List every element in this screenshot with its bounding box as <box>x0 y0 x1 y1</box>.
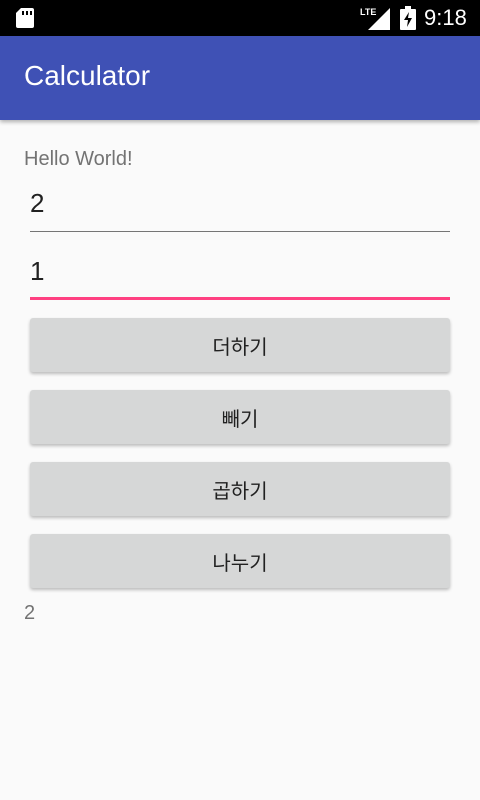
first-number-value: 2 <box>30 188 45 218</box>
first-number-input[interactable]: 2 <box>30 188 450 232</box>
app-bar: Calculator <box>0 36 480 120</box>
second-number-value: 1 <box>30 256 45 286</box>
second-number-input[interactable]: 1 <box>30 256 450 300</box>
status-bar: LTE 9:18 <box>0 0 480 36</box>
lte-signal-icon: LTE <box>360 7 390 30</box>
second-number-underline <box>30 297 450 300</box>
result-text: 2 <box>24 602 36 624</box>
sd-card-icon <box>16 8 34 28</box>
hello-text: Hello World! <box>24 148 133 170</box>
first-number-underline <box>30 231 450 232</box>
lte-label: LTE <box>360 7 376 17</box>
app-title: Calculator <box>24 60 151 91</box>
divide-button[interactable]: 나누기 <box>30 534 450 588</box>
subtract-button[interactable]: 빼기 <box>30 390 450 444</box>
battery-charging-icon <box>400 6 416 30</box>
status-clock: 9:18 <box>424 5 467 30</box>
multiply-button[interactable]: 곱하기 <box>30 462 450 516</box>
add-button[interactable]: 더하기 <box>30 318 450 372</box>
